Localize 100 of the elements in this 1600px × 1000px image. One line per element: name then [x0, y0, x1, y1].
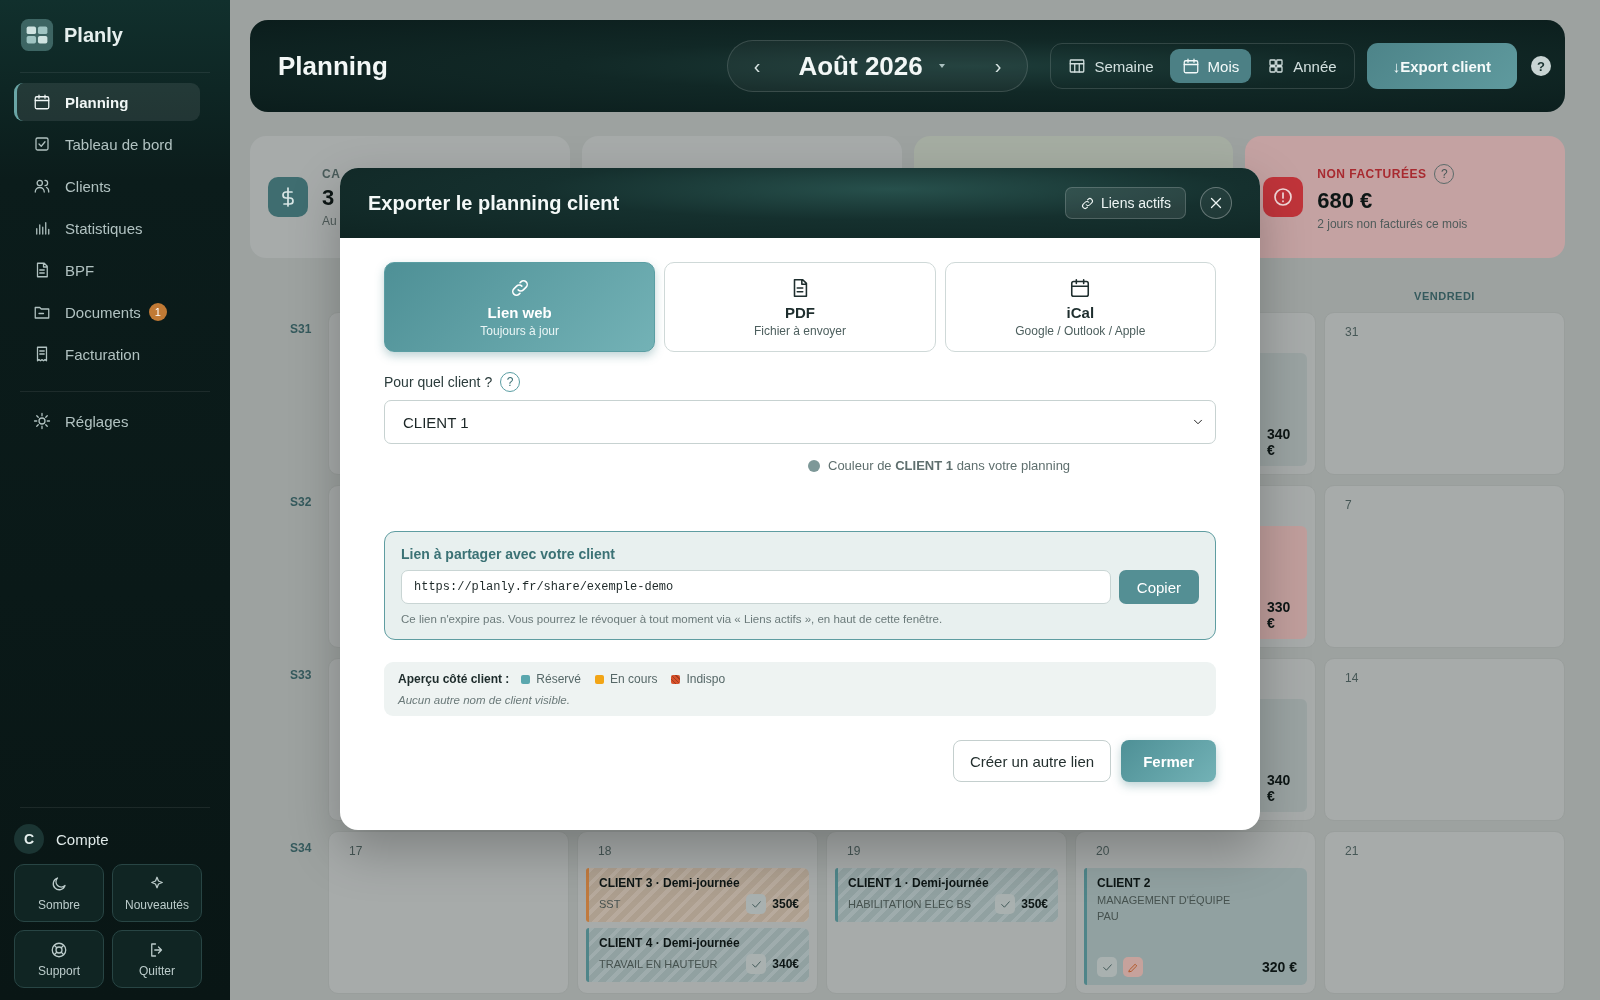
view-tab[interactable]: Mois: [1169, 49, 1252, 83]
stat-value: 680 €: [1317, 187, 1374, 214]
nav-item[interactable]: BPF: [14, 251, 216, 289]
event-amount: 350€: [772, 897, 799, 911]
link-icon: [1079, 195, 1095, 211]
event-title: CLIENT 1 · Demi-journée: [848, 876, 990, 890]
format-option[interactable]: PDF Fichier à envoyer: [664, 262, 936, 352]
nav-item[interactable]: Facturation: [14, 335, 216, 373]
lifebuoy-icon: [50, 940, 68, 959]
nav-item[interactable]: Clients: [14, 167, 216, 205]
day-number: 18: [597, 843, 613, 860]
nav-item[interactable]: Tableau de bord: [14, 125, 216, 163]
event-detail: MANAGEMENT D'ÉQUIPE: [1097, 894, 1232, 906]
checkbox-icon: [33, 135, 51, 153]
event-card[interactable]: 340 €: [1257, 699, 1307, 812]
account-label[interactable]: Compte: [56, 830, 109, 848]
help-button[interactable]: ?: [1531, 56, 1551, 76]
export-button[interactable]: ↓Export client: [1366, 43, 1517, 89]
event-detail: PAU: [1097, 910, 1120, 922]
sun-icon: [33, 412, 51, 430]
action-button[interactable]: Sombre: [14, 864, 104, 922]
preview-label: Aperçu côté client :: [398, 672, 510, 686]
color-note: Couleur de CLIENT 1 dans votre planning: [828, 458, 1071, 473]
format-subtitle: Fichier à envoyer: [753, 323, 846, 338]
legend-label: En cours: [610, 672, 658, 686]
nav-item[interactable]: Documents 1: [14, 293, 216, 331]
active-links-button[interactable]: Liens actifs: [1064, 187, 1186, 219]
event-amount: 340 €: [1267, 426, 1292, 458]
legend-label: Réservé: [536, 672, 582, 686]
event-card[interactable]: CLIENT 2 MANAGEMENT D'ÉQUIPE PAU 320 €: [1087, 868, 1307, 985]
url-field[interactable]: https://planly.fr/share/exemple-demo: [401, 570, 1111, 604]
logo-icon: [20, 18, 54, 52]
previous-button[interactable]: ‹: [749, 54, 765, 78]
event-detail: TRAVAIL EN HAUTEUR: [599, 958, 719, 970]
day-number: 14: [1344, 670, 1360, 687]
share-note: Ce lien n'expire pas. Vous pourrez le révoquer à tout moment via « Liens actifs », en haut de cette fenêtre.: [401, 613, 944, 625]
format-option[interactable]: iCal Google / Outlook / Apple: [944, 262, 1216, 352]
event-card[interactable]: CLIENT 1 · Demi-journée HABILITATION ELEC BS 350€: [838, 868, 1058, 922]
client-select[interactable]: CLIENT 1: [384, 400, 1216, 444]
month-label[interactable]: Août 2026: [798, 50, 923, 82]
week-label: S34: [289, 840, 313, 857]
stat-value: 3: [322, 184, 336, 211]
view-tab[interactable]: Année: [1255, 49, 1349, 83]
event-detail: HABILITATION ELEC BS: [848, 898, 973, 910]
day-number: 7: [1344, 497, 1353, 514]
preview-note: Aucun autre nom de client visible.: [398, 694, 571, 706]
week-label: S33: [289, 667, 313, 684]
event-card[interactable]: CLIENT 3 · Demi-journée SST 350€: [589, 868, 809, 922]
nav-item[interactable]: Planning: [14, 83, 200, 121]
event-title: CLIENT 4 · Demi-journée: [599, 936, 741, 950]
view-tab[interactable]: Semaine: [1056, 49, 1166, 83]
format-title: iCal: [1066, 303, 1095, 321]
format-subtitle: Toujours à jour: [480, 323, 559, 338]
stat-label: NON FACTURÉES: [1317, 166, 1427, 181]
event-detail: SST: [599, 898, 622, 910]
field-label: Pour quel client ?: [384, 374, 493, 390]
day-number: 17: [348, 843, 364, 860]
moon-icon: [50, 874, 68, 893]
page-title: Planning: [278, 50, 389, 82]
action-button[interactable]: Support: [14, 930, 104, 988]
day-number: 31: [1344, 324, 1360, 341]
event-title: CLIENT 3 · Demi-journée: [599, 876, 741, 890]
week-label: S32: [289, 494, 313, 511]
day-number: 19: [846, 843, 862, 860]
event-title: CLIENT 2: [1097, 876, 1152, 890]
action-button[interactable]: Nouveautés: [112, 864, 202, 922]
table-icon: [1068, 57, 1087, 75]
event-card[interactable]: 330 €: [1257, 526, 1307, 639]
legend-label: Indispo: [686, 672, 726, 686]
event-card[interactable]: CLIENT 4 · Demi-journée TRAVAIL EN HAUTEUR 340€: [589, 928, 809, 982]
avatar[interactable]: C: [14, 824, 44, 854]
brand-name: Planly: [64, 23, 123, 47]
event-amount: 330 €: [1267, 599, 1292, 631]
create-link-button[interactable]: Créer un autre lien: [952, 740, 1112, 782]
nav-item[interactable]: Statistiques: [14, 209, 216, 247]
next-button[interactable]: ›: [990, 54, 1006, 78]
stat-note: Au: [322, 213, 338, 228]
event-card[interactable]: 340 €: [1257, 353, 1307, 466]
day-number: 20: [1095, 843, 1111, 860]
bar-chart-icon: [33, 219, 51, 237]
event-amount: 320 €: [1261, 959, 1297, 975]
copy-button[interactable]: Copier: [1118, 570, 1199, 604]
event-amount: 340€: [772, 957, 799, 971]
format-title: PDF: [785, 303, 815, 321]
format-subtitle: Google / Outlook / Apple: [1015, 323, 1146, 338]
grid-icon: [1267, 57, 1286, 75]
format-title: Lien web: [487, 303, 552, 321]
stat-label: CA: [322, 166, 341, 181]
calendar-icon: [1181, 57, 1200, 75]
share-title: Lien à partager avec votre client: [401, 546, 616, 562]
nav-item[interactable]: Réglages: [14, 402, 216, 440]
dialog-title: Exporter le planning client: [368, 191, 621, 215]
users-icon: [33, 177, 51, 195]
action-button[interactable]: Quitter: [112, 930, 202, 988]
close-button[interactable]: [1200, 187, 1232, 219]
count-badge: 1: [148, 303, 167, 321]
calendar-icon: [1069, 276, 1092, 299]
day-number: 21: [1344, 843, 1360, 860]
calendar-icon: [33, 93, 51, 111]
stat-note: 2 jours non facturés ce mois: [1317, 216, 1468, 231]
